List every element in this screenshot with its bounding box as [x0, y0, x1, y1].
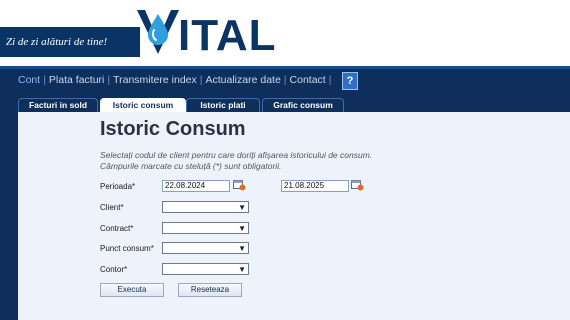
nav-separator: | — [283, 74, 287, 86]
help-icon[interactable]: ? — [342, 72, 358, 90]
execute-button[interactable]: Executa — [100, 283, 164, 297]
client-label: Client* — [100, 203, 124, 212]
client-select[interactable]: ▼ — [162, 201, 249, 213]
tabs-bar: Facturi in sold Istoric consum Istoric p… — [0, 96, 570, 112]
instructions-line-1: Selectați codul de client pentru care do… — [100, 150, 373, 160]
nav-plata-facturi[interactable]: Plata facturi — [49, 74, 104, 86]
nav-separator: | — [107, 74, 111, 86]
logo-text: ITAL — [178, 11, 277, 60]
page-title: Istoric Consum — [100, 118, 246, 140]
punct-consum-label: Punct consum* — [100, 244, 154, 253]
contract-label: Contract* — [100, 224, 134, 233]
calendar-from-icon[interactable] — [233, 179, 246, 191]
contor-select[interactable]: ▼ — [162, 263, 249, 275]
tab-grafic-consum[interactable]: Grafic consum — [262, 98, 344, 112]
chevron-down-icon: ▼ — [238, 203, 246, 212]
nav-separator: | — [328, 74, 332, 86]
header: Zi de zi alături de tine! ITAL — [0, 0, 570, 66]
nav-separator: | — [43, 74, 46, 86]
content-left-strip — [0, 112, 18, 320]
tab-istoric-consum[interactable]: Istoric consum — [100, 98, 186, 112]
chevron-down-icon: ▼ — [238, 244, 246, 253]
date-to-field[interactable]: 21.08.2025 — [281, 180, 349, 192]
instructions-line-2: Câmpurile marcate cu steluță (*) sunt ob… — [100, 161, 282, 171]
period-label: Perioada* — [100, 182, 136, 191]
contract-select[interactable]: ▼ — [162, 222, 249, 234]
nav-links: Cont | Plata facturi | Transmitere index | Act… — [18, 74, 334, 86]
contor-label: Contor* — [100, 265, 128, 274]
chevron-down-icon: ▼ — [238, 224, 246, 233]
tab-istoric-plati[interactable]: Istoric plati — [186, 98, 260, 112]
tab-facturi-in-sold[interactable]: Facturi in sold — [18, 98, 98, 112]
nav-actualizare-date[interactable]: Actualizare date — [206, 74, 281, 86]
nav-cont[interactable]: Cont — [18, 74, 40, 86]
nav-transmitere-index[interactable]: Transmitere index — [113, 74, 197, 86]
logo-drop-icon — [137, 10, 179, 54]
tagline: Zi de zi alături de tine! — [6, 36, 108, 48]
calendar-to-icon[interactable] — [351, 179, 364, 191]
chevron-down-icon: ▼ — [238, 265, 246, 274]
reset-button[interactable]: Reseteaza — [178, 283, 242, 297]
date-from-field[interactable]: 22.08.2024 — [162, 180, 230, 192]
instructions: Selectați codul de client pentru care do… — [100, 150, 372, 172]
nav-separator: | — [199, 74, 203, 86]
punct-consum-select[interactable]: ▼ — [162, 242, 249, 254]
nav-contact[interactable]: Contact — [290, 74, 326, 86]
main-navbar: Cont | Plata facturi | Transmitere index | Act… — [0, 66, 570, 96]
